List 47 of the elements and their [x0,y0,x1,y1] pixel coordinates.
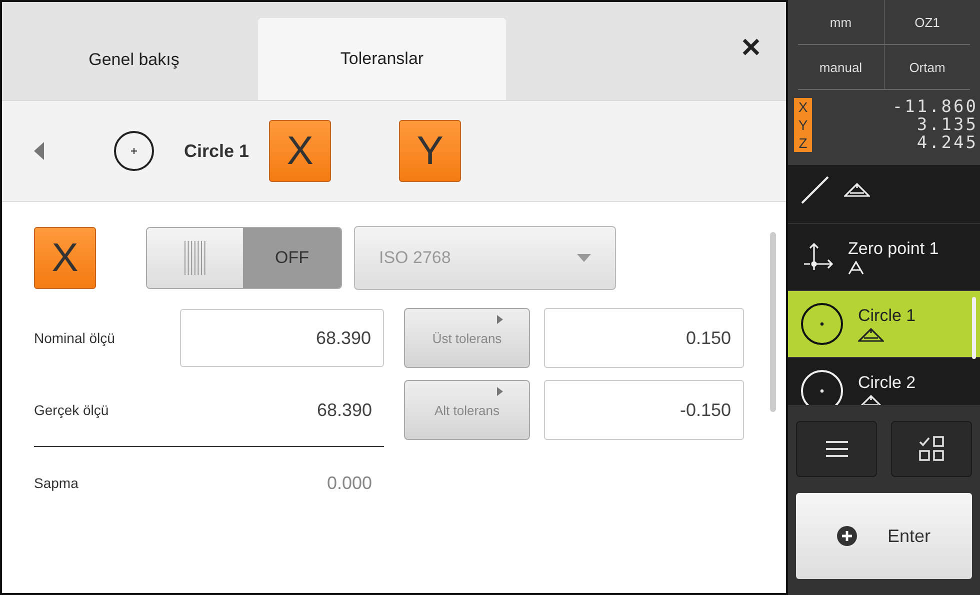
enter-button[interactable]: Enter [796,493,972,579]
measure-label: Gerçek ölçü [34,402,109,418]
measure-label: Nominal ölçü [34,330,115,346]
select-grid-button[interactable] [891,421,972,477]
line-icon [800,175,830,205]
axis-button[interactable]: Y [399,120,462,182]
toggle-switch[interactable]: OFF [146,227,342,289]
triangle-marker-icon [497,315,503,324]
triangle-marker-icon [497,387,503,396]
position-value: -11.860 [892,97,978,117]
measure-value: 0.000 [326,472,373,494]
circle-icon [112,129,156,173]
status-value[interactable]: manual [798,45,884,89]
measure-value: 68.390 [316,400,373,420]
input-field[interactable]: -0.150 [544,380,744,440]
letter-a-icon [848,261,864,275]
feature-name: Circle 1 [184,140,250,162]
menu-button[interactable] [796,421,877,477]
axis-button[interactable]: X [269,120,332,182]
grip-icon [183,241,207,275]
feature-item[interactable]: Circle 1 [788,291,980,358]
status-value[interactable]: Ortam [884,45,970,89]
tab[interactable]: Genel bakış [10,20,258,100]
menu-icon [826,441,848,457]
status-value[interactable]: mm [798,0,884,44]
tab[interactable]: Toleranslar [258,18,506,100]
triangle-icon [858,395,884,405]
position-value: 3.135 [916,115,978,135]
close-icon [742,38,760,56]
scrollbar[interactable] [770,232,776,412]
axis-label: X [34,227,96,289]
circle-icon [800,302,844,346]
position-value: 4.245 [916,133,978,153]
measure-label: Sapma [34,475,78,491]
dropdown-caret-icon [577,254,591,262]
triangle-icon [844,183,870,197]
scrollbar[interactable] [972,297,976,359]
axis-badge: Y [794,116,812,134]
axis-badge: Z [794,134,812,152]
input-field[interactable]: 68.390 [180,309,384,367]
status-value[interactable]: OZ1 [884,0,970,44]
triangle-icon [858,328,884,342]
input-field[interactable]: 0.150 [544,308,744,368]
checklist-grid-icon [918,436,944,462]
axis-badge: X [794,98,812,116]
back-arrow-icon[interactable] [34,142,44,160]
plus-icon [837,526,858,546]
